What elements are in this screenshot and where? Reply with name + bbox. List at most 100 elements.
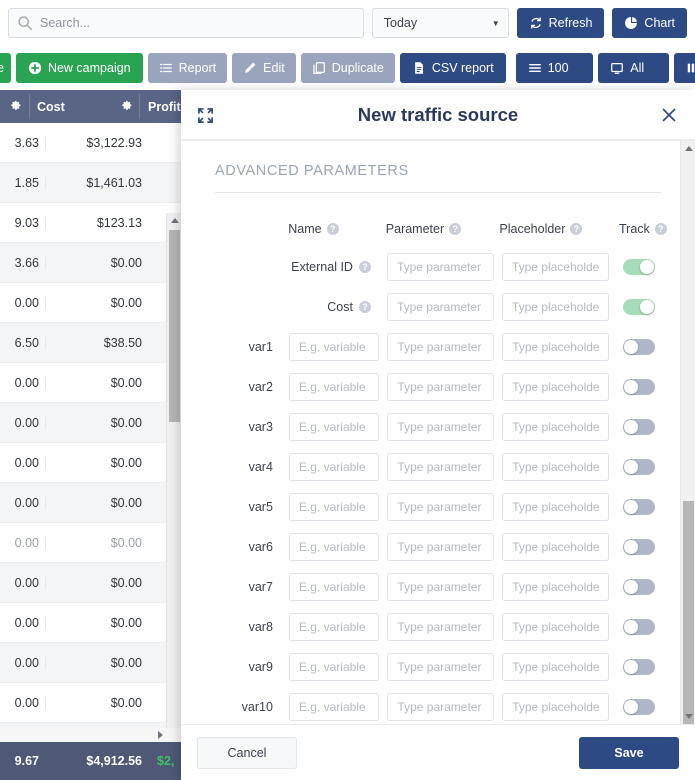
placeholder-input[interactable]: [502, 613, 609, 641]
help-icon[interactable]: ?: [449, 223, 462, 235]
close-icon[interactable]: [659, 105, 679, 125]
track-toggle[interactable]: [622, 619, 655, 635]
save-button[interactable]: Save: [579, 736, 679, 769]
columns-button[interactable]: ⌄: [673, 53, 695, 83]
parameter-input[interactable]: [387, 373, 495, 401]
table-row[interactable]: 0.00 $0.00: [0, 683, 185, 723]
track-toggle[interactable]: [622, 659, 655, 675]
help-icon[interactable]: ?: [358, 301, 371, 313]
rows-per-page-button[interactable]: 100 ⌄: [515, 53, 594, 83]
variable-name-input[interactable]: [288, 693, 380, 721]
scroll-up-arrow-icon[interactable]: [167, 213, 182, 228]
track-toggle[interactable]: [622, 299, 655, 315]
parameter-input[interactable]: [387, 613, 495, 641]
table-row[interactable]: 3.63 $3,122.93: [0, 123, 185, 163]
table-row[interactable]: 0.00 $0.00: [0, 443, 185, 483]
expand-icon[interactable]: [197, 107, 214, 124]
table-row[interactable]: 3.66 $0.00: [0, 243, 185, 283]
modal-scroll-thumb[interactable]: [683, 501, 694, 724]
placeholder-input[interactable]: [502, 493, 609, 521]
edit-button[interactable]: Edit: [232, 53, 296, 83]
placeholder-cell: [502, 533, 609, 561]
parameter-input[interactable]: [387, 573, 495, 601]
partial-left-button[interactable]: e: [0, 53, 11, 83]
track-toggle[interactable]: [622, 539, 655, 555]
variable-name-input[interactable]: [288, 453, 380, 481]
report-button[interactable]: Report: [147, 53, 228, 83]
placeholder-input[interactable]: [501, 253, 609, 281]
variable-name-input[interactable]: [288, 493, 380, 521]
table-header-gear[interactable]: [0, 90, 30, 123]
table-row[interactable]: 0.00 $0.00: [0, 523, 185, 563]
table-row[interactable]: 1.85 $1,461.03: [0, 163, 185, 203]
parameter-input[interactable]: [387, 413, 495, 441]
parameter-input[interactable]: [387, 453, 495, 481]
track-toggle[interactable]: [622, 579, 655, 595]
parameter-input[interactable]: [387, 493, 495, 521]
scroll-down-arrow-icon[interactable]: [681, 709, 695, 724]
track-toggle[interactable]: [622, 419, 655, 435]
track-toggle[interactable]: [622, 459, 655, 475]
track-toggle[interactable]: [622, 379, 655, 395]
placeholder-input[interactable]: [502, 693, 609, 721]
table-row[interactable]: 9.03 $123.13: [0, 203, 185, 243]
table-vertical-scrollbar[interactable]: [166, 213, 181, 780]
help-icon[interactable]: ?: [570, 223, 583, 235]
duplicate-button[interactable]: Duplicate: [300, 53, 395, 83]
table-header-profit[interactable]: Profit: [140, 90, 185, 123]
table-scroll-thumb[interactable]: [169, 230, 180, 422]
variable-name-input[interactable]: [288, 333, 380, 361]
table-row[interactable]: 0.00 $0.00: [0, 483, 185, 523]
track-toggle[interactable]: [622, 339, 655, 355]
variable-name-input[interactable]: [288, 653, 380, 681]
scroll-right-arrow-icon[interactable]: [158, 731, 163, 739]
refresh-button[interactable]: Refresh: [516, 8, 605, 38]
table-row[interactable]: 0.00 $0.00: [0, 603, 185, 643]
variable-name-input[interactable]: [288, 613, 380, 641]
table-row[interactable]: 0.00 $0.00: [0, 403, 185, 443]
parameter-input[interactable]: [386, 253, 494, 281]
placeholder-input[interactable]: [502, 653, 609, 681]
parameter-input[interactable]: [386, 293, 494, 321]
device-filter-button[interactable]: All ⌄: [598, 53, 669, 83]
track-toggle[interactable]: [622, 499, 655, 515]
placeholder-input[interactable]: [502, 413, 609, 441]
parameter-input[interactable]: [387, 533, 495, 561]
table-row[interactable]: 0.00 $0.00: [0, 643, 185, 683]
variable-name-input[interactable]: [288, 413, 380, 441]
date-range-select[interactable]: Today ▼: [371, 8, 509, 38]
chart-button[interactable]: Chart: [612, 8, 687, 38]
table-row[interactable]: 0.00 $0.00: [0, 363, 185, 403]
placeholder-input[interactable]: [502, 533, 609, 561]
placeholder-input[interactable]: [502, 373, 609, 401]
placeholder-input[interactable]: [502, 453, 609, 481]
table-horizontal-scrollbar[interactable]: [0, 728, 185, 742]
track-toggle[interactable]: [622, 259, 655, 275]
modal-vertical-scrollbar[interactable]: [680, 141, 695, 724]
parameter-input[interactable]: [387, 333, 495, 361]
gear-icon[interactable]: [120, 100, 133, 113]
csv-report-button[interactable]: CSV report: [399, 53, 506, 83]
placeholder-input[interactable]: [501, 293, 609, 321]
help-icon[interactable]: ?: [326, 223, 339, 235]
placeholder-input[interactable]: [502, 333, 609, 361]
table-row[interactable]: 6.50 $38.50: [0, 323, 185, 363]
variable-name-input[interactable]: [288, 373, 380, 401]
parameter-input[interactable]: [387, 693, 495, 721]
variable-name-input[interactable]: [288, 533, 380, 561]
cancel-button[interactable]: Cancel: [197, 736, 297, 769]
placeholder-input[interactable]: [502, 573, 609, 601]
table-row[interactable]: 0.00 $0.00: [0, 283, 185, 323]
search-box[interactable]: [8, 8, 364, 38]
parameter-input[interactable]: [387, 653, 495, 681]
new-campaign-button[interactable]: New campaign: [15, 53, 143, 83]
help-icon[interactable]: ?: [358, 261, 371, 273]
table-header-cost[interactable]: Cost: [30, 90, 140, 123]
search-input[interactable]: [40, 16, 340, 30]
parameter-cell: [387, 653, 495, 681]
track-toggle[interactable]: [622, 699, 655, 715]
scroll-up-arrow-icon[interactable]: [681, 141, 695, 156]
variable-name-input[interactable]: [288, 573, 380, 601]
table-row[interactable]: 0.00 $0.00: [0, 563, 185, 603]
help-icon[interactable]: ?: [654, 223, 667, 235]
